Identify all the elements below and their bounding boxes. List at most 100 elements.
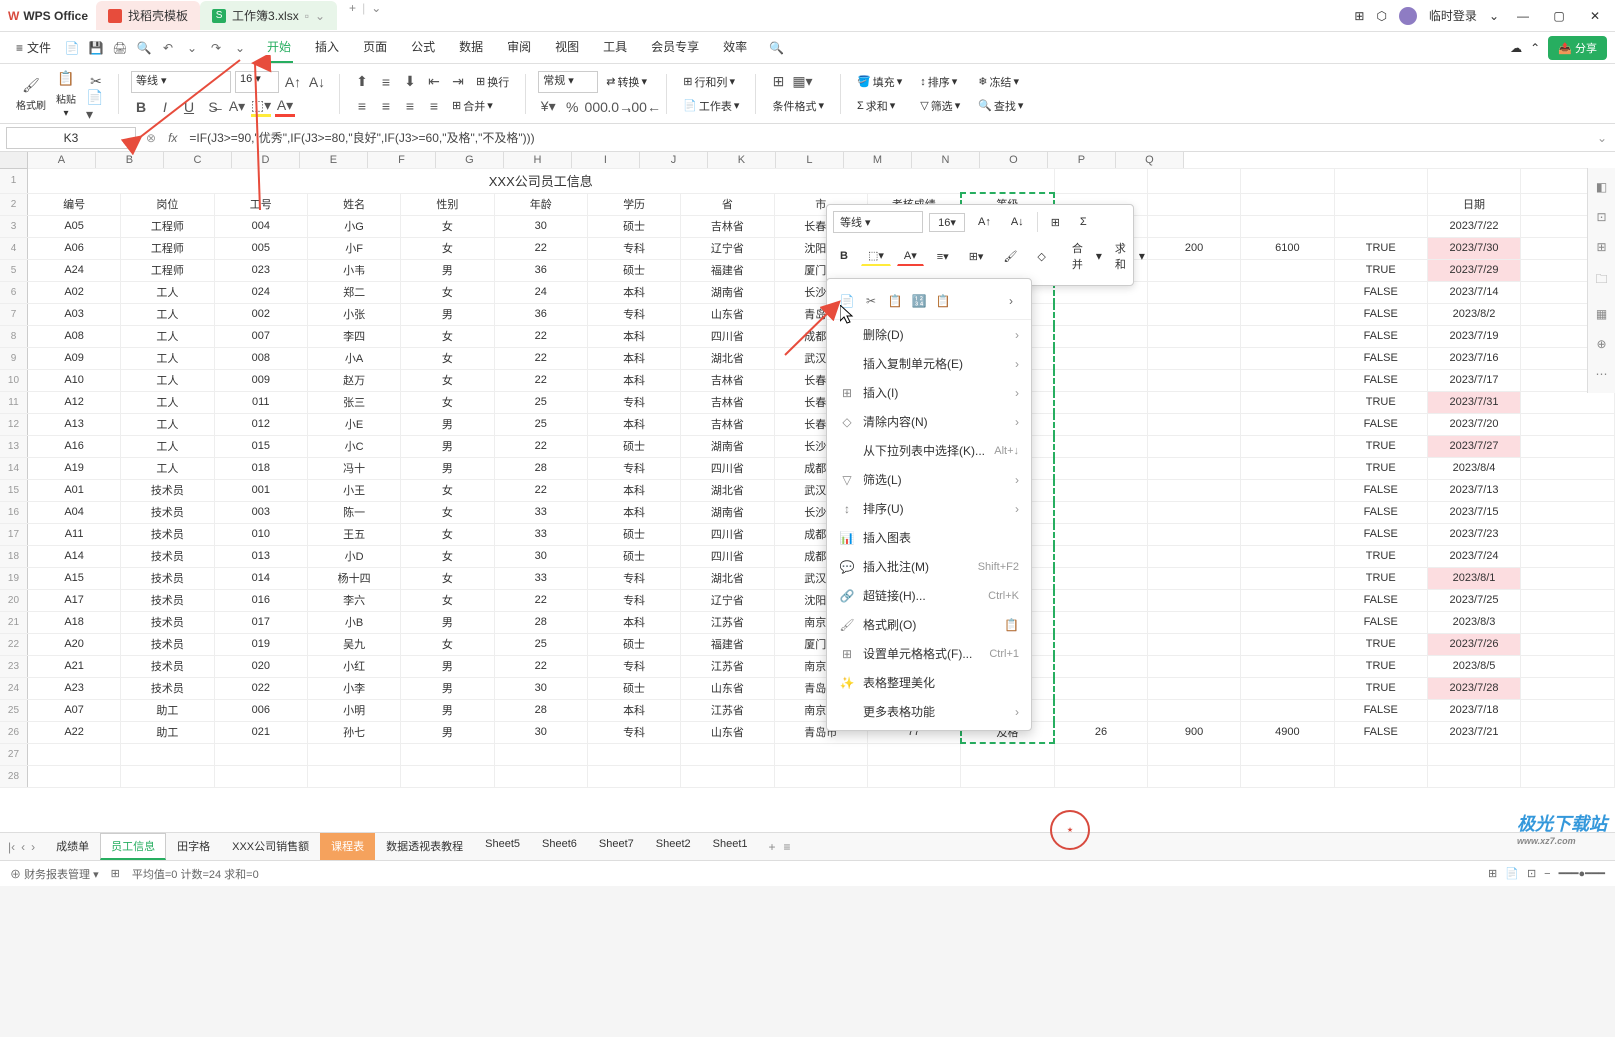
cell[interactable] [1147,655,1240,677]
cell[interactable] [1521,721,1615,743]
highlight-icon[interactable]: ⬚▾ [861,246,891,266]
cell[interactable]: 山东省 [681,303,774,325]
cell[interactable] [1334,169,1427,194]
layout-icon[interactable]: ⊞ [1354,9,1364,23]
cell[interactable]: TRUE [1334,655,1427,677]
cell[interactable]: 24 [494,281,587,303]
cell[interactable] [1054,457,1147,479]
cell[interactable]: 小B [307,611,400,633]
maximize-button[interactable]: ▢ [1547,9,1571,23]
context-menu-item[interactable]: ✨表格整理美化 [827,668,1031,697]
cell[interactable]: A05 [27,215,120,237]
cell[interactable]: 工人 [121,281,214,303]
cell[interactable]: 四川省 [681,523,774,545]
cell[interactable]: 专科 [587,655,680,677]
header-cell[interactable]: 日期 [1427,193,1520,215]
cell[interactable]: 男 [401,413,494,435]
cell[interactable]: FALSE [1334,589,1427,611]
menu-tab-效率[interactable]: 效率 [721,32,749,63]
row-header[interactable]: 12 [0,413,27,435]
align-bottom-icon[interactable]: ⬇ [400,72,420,92]
cell[interactable]: 30 [494,215,587,237]
cell[interactable]: 2023/7/24 [1427,545,1520,567]
cell[interactable] [1241,501,1334,523]
indent-left-icon[interactable]: ⇤ [424,72,444,92]
cell[interactable] [1147,391,1240,413]
cell[interactable] [1241,611,1334,633]
split-icon[interactable]: ⊞ [111,867,120,880]
redo-icon[interactable]: ↷ [207,39,225,57]
cell[interactable]: TRUE [1334,237,1427,259]
cell[interactable]: 007 [214,325,307,347]
side-icon[interactable]: ◧ [1596,180,1607,194]
cell[interactable]: 湖北省 [681,347,774,369]
cell[interactable]: 工人 [121,435,214,457]
view-break-icon[interactable]: ⊡ [1527,867,1536,880]
col-header-G[interactable]: G [436,152,504,168]
cell[interactable]: A18 [27,611,120,633]
cell[interactable]: 江苏省 [681,699,774,721]
cell[interactable]: A16 [27,435,120,457]
cell[interactable]: 003 [214,501,307,523]
view-page-icon[interactable]: 📄 [1505,867,1519,880]
filter-button[interactable]: ▽ 筛选▾ [916,96,964,116]
preview-icon[interactable]: 🔍 [135,39,153,57]
cell[interactable] [1147,699,1240,721]
cell[interactable] [1241,169,1334,194]
side-icon[interactable]: ⊡ [1596,210,1606,224]
sheet-list-icon[interactable]: ≡ [784,840,791,854]
tab-workbook[interactable]: S 工作簿3.xlsx ▫ ⌄ [200,1,337,30]
cell[interactable] [1241,413,1334,435]
cell[interactable]: 016 [214,589,307,611]
row-header[interactable]: 14 [0,457,27,479]
cell[interactable] [961,743,1054,765]
cell[interactable]: 湖北省 [681,567,774,589]
cell[interactable]: 22 [494,347,587,369]
cell[interactable] [1054,677,1147,699]
context-menu-item[interactable]: 插入复制单元格(E)› [827,349,1031,378]
cell[interactable]: 四川省 [681,325,774,347]
cell[interactable] [1427,169,1520,194]
prev-sheet-icon[interactable]: ‹ [21,840,25,854]
cell[interactable] [1054,501,1147,523]
cell[interactable]: 王五 [307,523,400,545]
cell[interactable] [1054,391,1147,413]
cell[interactable]: 2023/7/25 [1427,589,1520,611]
close-button[interactable]: ✕ [1583,9,1607,23]
cell[interactable]: 吉林省 [681,391,774,413]
cell[interactable]: 工人 [121,391,214,413]
cell[interactable] [1241,435,1334,457]
cell[interactable] [1147,479,1240,501]
context-menu-item[interactable]: ◇清除内容(N)› [827,407,1031,436]
cell[interactable]: FALSE [1334,281,1427,303]
cell[interactable] [121,743,214,765]
cell[interactable]: 本科 [587,479,680,501]
cell[interactable]: FALSE [1334,479,1427,501]
cell[interactable]: 张三 [307,391,400,413]
find-button[interactable]: 🔍 查找▾ [974,96,1027,116]
cell[interactable]: 湖北省 [681,479,774,501]
cell[interactable]: 小A [307,347,400,369]
cell[interactable]: 26 [1054,721,1147,743]
cell[interactable]: 024 [214,281,307,303]
cell[interactable]: 021 [214,721,307,743]
cell[interactable]: 023 [214,259,307,281]
cell[interactable]: 本科 [587,501,680,523]
tab-menu-icon[interactable]: ▫ [305,9,309,23]
cell[interactable] [1147,589,1240,611]
cell[interactable] [1147,743,1240,765]
cell[interactable] [1521,765,1615,787]
cell[interactable] [774,743,867,765]
cell[interactable] [1241,325,1334,347]
cell[interactable]: 硕士 [587,633,680,655]
row-header[interactable]: 26 [0,721,27,743]
cell[interactable] [867,765,960,787]
cell[interactable]: 男 [401,677,494,699]
cell[interactable]: 山东省 [681,721,774,743]
row-header[interactable]: 8 [0,325,27,347]
font-color-icon[interactable]: A▾ [275,97,295,117]
comma-icon[interactable]: 000 [586,97,606,117]
cell[interactable]: 工人 [121,369,214,391]
cell[interactable]: 赵万 [307,369,400,391]
cell[interactable] [1054,369,1147,391]
